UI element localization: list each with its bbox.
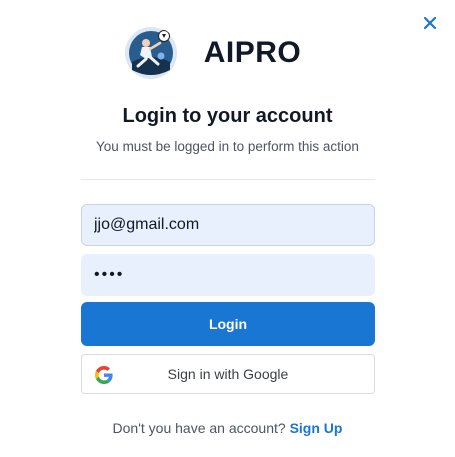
page-subtitle: You must be logged in to perform this ac…	[96, 139, 359, 154]
google-logo-icon	[95, 366, 113, 384]
brand-name: AIPRO	[203, 36, 302, 69]
logo-icon	[124, 27, 177, 79]
page-title: Login to your account	[122, 105, 333, 127]
signup-prompt: Don't you have an account? Sign Up	[0, 420, 455, 436]
divider	[81, 179, 375, 180]
login-button[interactable]: Login	[81, 302, 375, 346]
google-signin-label: Sign in with Google	[167, 366, 289, 382]
signup-link[interactable]: Sign Up	[290, 420, 343, 436]
email-field[interactable]	[81, 204, 375, 246]
signup-prompt-text: Don't you have an account?	[112, 420, 286, 436]
password-field[interactable]	[81, 254, 375, 296]
dialog-header: AIPRO	[0, 26, 455, 80]
google-signin-button[interactable]: Sign in with Google	[81, 354, 375, 394]
